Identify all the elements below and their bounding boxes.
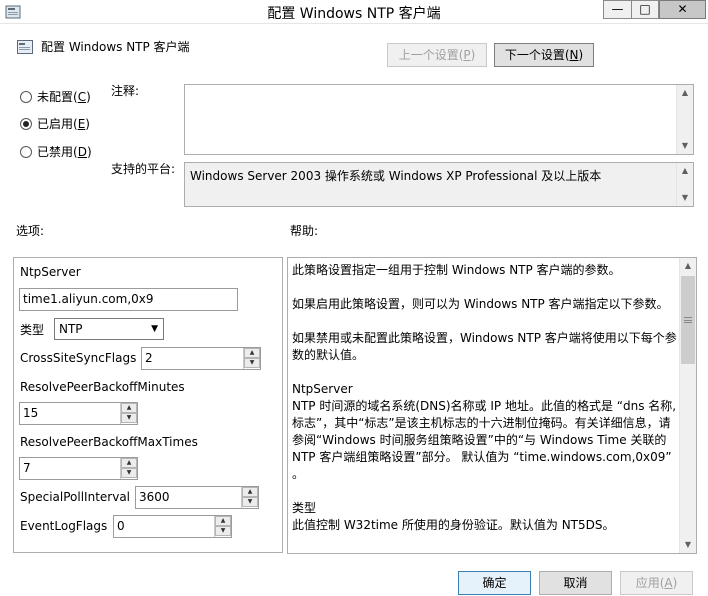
scroll-down-icon[interactable]: ▼ <box>677 190 693 206</box>
apply-key: A <box>664 576 673 590</box>
close-button[interactable]: ✕ <box>659 0 706 19</box>
next-setting-button[interactable]: 下一个设置(N) <box>494 43 594 67</box>
radio-key: C <box>77 90 87 104</box>
crosssite-label: CrossSiteSyncFlags <box>20 351 137 365</box>
previous-setting-button[interactable]: 上一个设置(P) <box>387 43 487 67</box>
previous-setting-key: P <box>463 48 471 62</box>
scroll-down-icon[interactable]: ▼ <box>677 138 693 154</box>
maximize-button[interactable]: □ <box>631 0 659 19</box>
supported-label: 支持的平台: <box>111 162 176 176</box>
radio-circle[interactable] <box>20 117 32 130</box>
radio-not-configured[interactable]: 未配置(C) <box>20 88 91 105</box>
specialpoll-label: SpecialPollInterval <box>20 490 131 504</box>
help-panel: 此策略设置指定一组用于控制 Windows NTP 客户端的参数。 如果启用此策… <box>287 257 697 554</box>
help-text: 此策略设置指定一组用于控制 Windows NTP 客户端的参数。 如果启用此策… <box>292 262 678 551</box>
eventlog-value: 0 <box>117 519 125 533</box>
increment-icon[interactable]: ▲ <box>121 458 137 468</box>
help-paragraph: 如果禁用或未配置此策略设置，Windows NTP 客户端将使用以下每个参数的默… <box>292 331 677 362</box>
eventlog-label: EventLogFlags <box>20 519 108 533</box>
comment-scrollbar[interactable]: ▲ ▼ <box>676 85 693 154</box>
type-label: 类型 <box>20 323 45 337</box>
chevron-down-icon: ▼ <box>151 324 158 334</box>
ntpserver-label: NtpServer <box>20 265 81 279</box>
crosssite-value: 2 <box>145 351 153 365</box>
ntpserver-input[interactable]: time1.aliyun.com,0x9 <box>19 288 238 311</box>
radio-enabled[interactable]: 已启用(E) <box>20 115 90 132</box>
minimize-button[interactable]: — <box>603 0 631 19</box>
decrement-icon[interactable]: ▼ <box>215 526 231 536</box>
radio-key: E <box>77 117 86 131</box>
scroll-thumb[interactable] <box>681 276 695 364</box>
radio-key: D <box>77 145 87 159</box>
peerbackoffmin-label: ResolvePeerBackoffMinutes <box>20 380 185 394</box>
ok-button[interactable]: 确定 <box>458 571 531 595</box>
peerbackoffmax-label: ResolvePeerBackoffMaxTimes <box>20 435 198 449</box>
decrement-icon[interactable]: ▼ <box>242 497 258 507</box>
help-paragraph: 类型 此值控制 W32time 所使用的身份验证。默认值为 NT5DS。 <box>292 501 615 532</box>
scroll-up-icon[interactable]: ▲ <box>677 163 693 179</box>
setting-icon <box>17 40 33 54</box>
dialog-body: 配置 Windows NTP 客户端 上一个设置(P) 下一个设置(N) 未配置… <box>0 25 708 596</box>
increment-icon[interactable]: ▲ <box>215 516 231 526</box>
help-label: 帮助: <box>290 224 319 238</box>
comment-textarea[interactable]: ▲ ▼ <box>184 84 694 155</box>
window-title: 配置 Windows NTP 客户端 <box>267 6 441 22</box>
radio-circle[interactable] <box>20 145 32 158</box>
type-value: NTP <box>59 322 83 336</box>
apply-label: 应用( <box>635 576 665 590</box>
previous-setting-label: 上一个设置( <box>398 48 464 62</box>
type-select[interactable]: NTP ▼ <box>54 318 164 340</box>
peerbackoffmin-stepper[interactable]: 15 ▲ ▼ <box>19 402 138 425</box>
decrement-icon[interactable]: ▼ <box>121 468 137 478</box>
increment-icon[interactable]: ▲ <box>242 487 258 497</box>
options-label: 选项: <box>16 224 45 238</box>
comment-label: 注释: <box>111 84 140 98</box>
crosssite-stepper[interactable]: 2 ▲ ▼ <box>141 347 261 370</box>
next-setting-key: N <box>569 48 579 62</box>
help-paragraph: 此策略设置指定一组用于控制 Windows NTP 客户端的参数。 <box>292 263 621 277</box>
increment-icon[interactable]: ▲ <box>121 403 137 413</box>
radio-disabled[interactable]: 已禁用(D) <box>20 143 92 160</box>
supported-value: Windows Server 2003 操作系统或 Windows XP Pro… <box>190 169 602 183</box>
cancel-button[interactable]: 取消 <box>539 571 612 595</box>
peerbackoffmax-value: 7 <box>23 461 31 475</box>
decrement-icon[interactable]: ▼ <box>244 358 260 368</box>
eventlog-stepper[interactable]: 0 ▲ ▼ <box>113 515 232 538</box>
supported-textbox: Windows Server 2003 操作系统或 Windows XP Pro… <box>184 162 694 207</box>
specialpoll-value: 3600 <box>139 490 170 504</box>
increment-icon[interactable]: ▲ <box>244 348 260 358</box>
radio-label: 已启用( <box>37 117 78 131</box>
apply-button[interactable]: 应用(A) <box>620 571 693 595</box>
title-bar: 配置 Windows NTP 客户端 — □ ✕ <box>0 0 708 24</box>
options-panel: NtpServer time1.aliyun.com,0x9 类型 NTP ▼ … <box>13 257 283 553</box>
help-paragraph: 如果启用此策略设置，则可以为 Windows NTP 客户端指定以下参数。 <box>292 297 669 311</box>
radio-label: 未配置( <box>37 90 78 104</box>
peerbackoffmin-value: 15 <box>23 406 39 420</box>
decrement-icon[interactable]: ▼ <box>121 413 137 423</box>
scroll-down-icon[interactable]: ▼ <box>680 537 696 553</box>
supported-scrollbar[interactable]: ▲ ▼ <box>676 163 693 206</box>
scroll-up-icon[interactable]: ▲ <box>677 85 693 101</box>
next-setting-label: 下一个设置( <box>504 48 570 62</box>
peerbackoffmax-stepper[interactable]: 7 ▲ ▼ <box>19 457 138 480</box>
radio-circle[interactable] <box>20 90 32 103</box>
scroll-up-icon[interactable]: ▲ <box>680 258 696 274</box>
specialpoll-stepper[interactable]: 3600 ▲ ▼ <box>135 486 259 509</box>
help-scrollbar[interactable]: ▲ ▼ <box>679 258 696 553</box>
grip-icon <box>684 317 692 323</box>
radio-label: 已禁用( <box>37 145 78 159</box>
setting-title: 配置 Windows NTP 客户端 <box>41 40 190 54</box>
help-paragraph: NtpServer NTP 时间源的域名系统(DNS)名称或 IP 地址。此值的… <box>292 382 677 481</box>
